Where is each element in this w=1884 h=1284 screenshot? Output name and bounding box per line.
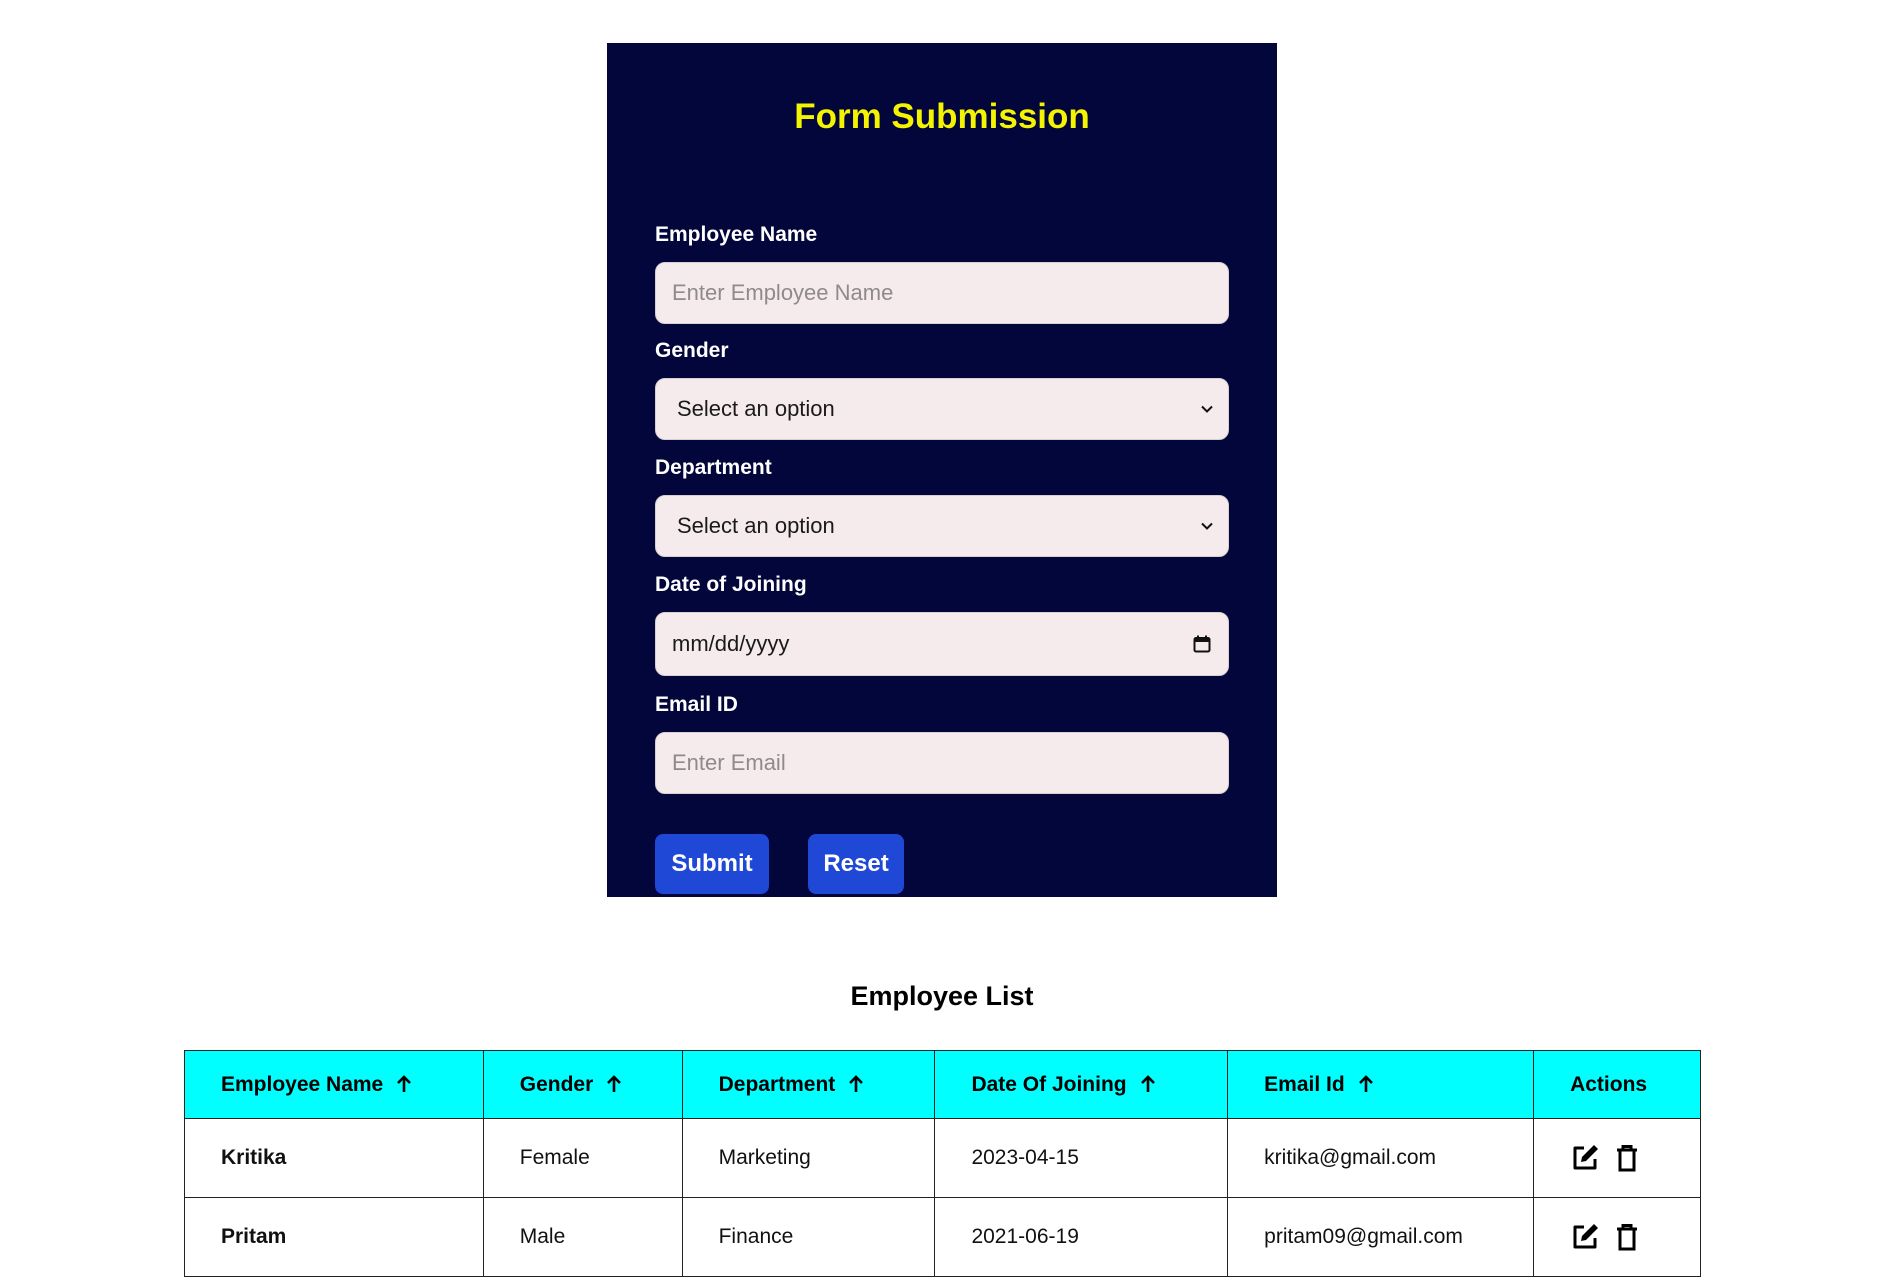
cell-employee-name: Pritam	[184, 1197, 484, 1277]
date-of-joining-label: Date of Joining	[655, 573, 807, 596]
column-header-label: Actions	[1570, 1072, 1648, 1096]
gender-label: Gender	[655, 339, 729, 362]
employee-name-input[interactable]	[656, 263, 1228, 323]
email-label: Email ID	[655, 693, 738, 716]
department-select-value: Select an option	[677, 513, 835, 538]
column-header-label: Email Id	[1264, 1072, 1345, 1096]
column-header-label: Date Of Joining	[971, 1072, 1127, 1096]
cell-gender: Female	[482, 1118, 683, 1198]
cell-actions	[1533, 1118, 1701, 1198]
gender-select-value: Select an option	[677, 396, 835, 421]
cell-email: pritam09@gmail.com	[1227, 1197, 1535, 1277]
cell-email: kritika@gmail.com	[1227, 1118, 1535, 1198]
cell-gender: Male	[482, 1197, 683, 1277]
form-card: Form Submission Employee Name Gender Sel…	[607, 43, 1277, 897]
employee-table: Employee Name Gender Department Date Of …	[184, 1050, 1701, 1277]
column-header-employee-name[interactable]: Employee Name	[184, 1050, 484, 1119]
arrow-up-icon[interactable]	[395, 1074, 413, 1094]
arrow-up-icon[interactable]	[1357, 1074, 1375, 1094]
chevron-down-icon	[1201, 522, 1213, 530]
edit-icon[interactable]	[1570, 1143, 1600, 1173]
gender-select[interactable]: Select an option	[655, 378, 1229, 440]
cell-department: Marketing	[681, 1118, 936, 1198]
column-header-label: Gender	[519, 1072, 594, 1096]
edit-icon[interactable]	[1570, 1222, 1600, 1252]
email-input[interactable]	[656, 733, 1228, 793]
column-header-department[interactable]: Department	[681, 1050, 936, 1119]
trash-icon[interactable]	[1612, 1143, 1642, 1173]
cell-date-of-joining: 2023-04-15	[934, 1118, 1229, 1198]
cell-actions	[1533, 1197, 1701, 1277]
calendar-icon[interactable]	[1192, 634, 1212, 654]
trash-icon[interactable]	[1612, 1222, 1642, 1252]
department-label: Department	[655, 456, 772, 479]
column-header-label: Employee Name	[221, 1072, 384, 1096]
department-select[interactable]: Select an option	[655, 495, 1229, 557]
date-of-joining-value: mm/dd/yyyy	[672, 631, 790, 656]
column-header-actions: Actions	[1533, 1050, 1701, 1119]
arrow-up-icon[interactable]	[1139, 1074, 1157, 1094]
cell-department: Finance	[681, 1197, 936, 1277]
chevron-down-icon	[1201, 405, 1213, 413]
arrow-up-icon[interactable]	[605, 1074, 623, 1094]
cell-date-of-joining: 2021-06-19	[934, 1197, 1229, 1277]
table-header-row: Employee Name Gender Department Date Of …	[184, 1050, 1701, 1119]
table-row: Pritam Male Finance 2021-06-19 pritam09@…	[184, 1197, 1701, 1277]
email-field[interactable]	[655, 732, 1229, 794]
column-header-email-id[interactable]: Email Id	[1227, 1050, 1535, 1119]
submit-button[interactable]: Submit	[655, 834, 769, 894]
reset-button[interactable]: Reset	[808, 834, 904, 894]
date-of-joining-field[interactable]: mm/dd/yyyy	[655, 612, 1229, 676]
table-row: Kritika Female Marketing 2023-04-15 krit…	[184, 1118, 1701, 1198]
cell-employee-name: Kritika	[184, 1118, 484, 1198]
column-header-date-of-joining[interactable]: Date Of Joining	[934, 1050, 1229, 1119]
employee-name-label: Employee Name	[655, 223, 818, 246]
form-title: Form Submission	[794, 97, 1090, 136]
employee-name-field[interactable]	[655, 262, 1229, 324]
employee-list-title: Employee List	[850, 981, 1034, 1011]
arrow-up-icon[interactable]	[847, 1074, 865, 1094]
column-header-gender[interactable]: Gender	[482, 1050, 683, 1119]
column-header-label: Department	[718, 1072, 836, 1096]
